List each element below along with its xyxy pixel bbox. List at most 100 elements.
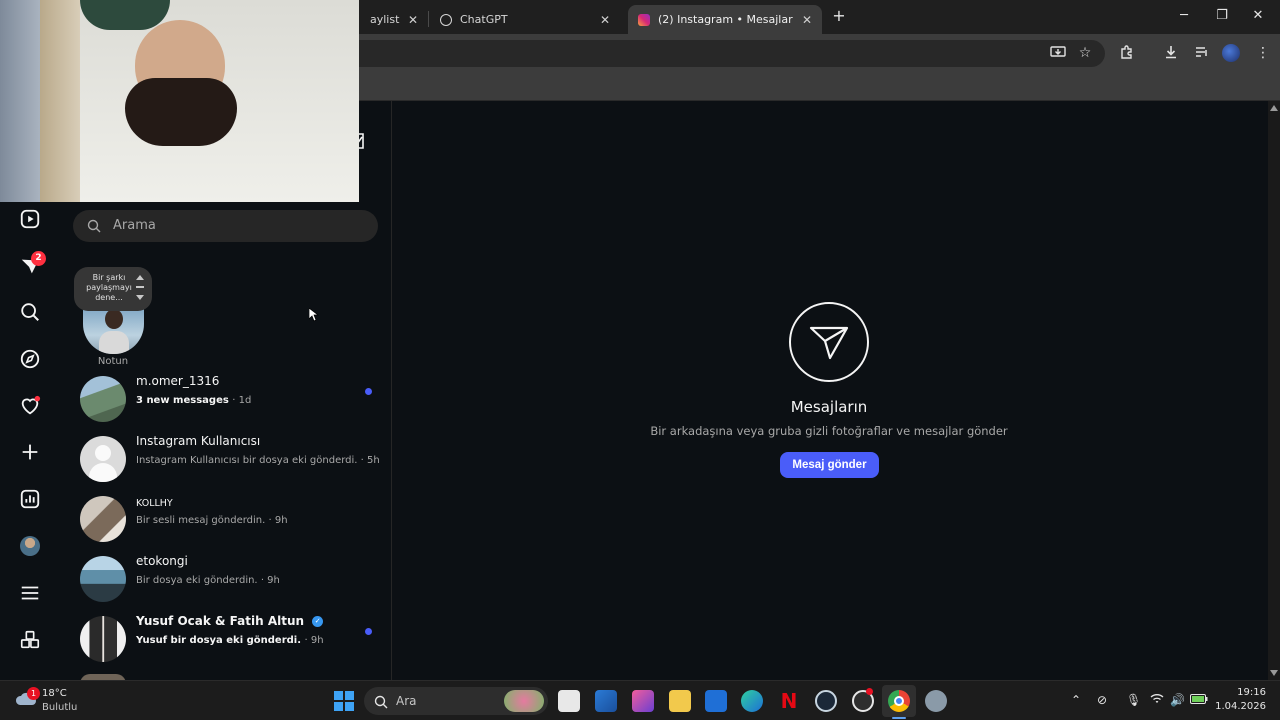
conversation-avatar (80, 616, 126, 662)
restore-button[interactable]: ❐ (1212, 8, 1232, 23)
close-tab-icon[interactable]: ✕ (600, 13, 610, 27)
new-tab-button[interactable]: + (829, 6, 849, 25)
conversation-name: Instagram Kullanıcısı (136, 434, 261, 448)
tab-chatgpt[interactable]: ChatGPT ✕ (430, 5, 620, 34)
clock-date[interactable]: 1.04.2026 (1210, 701, 1266, 712)
media-control-icon[interactable] (1193, 44, 1211, 62)
explore-compass-icon[interactable] (18, 347, 42, 371)
apps-grid-icon[interactable] (18, 628, 42, 652)
paper-plane-icon (809, 326, 849, 360)
tab-title: (2) Instagram • Mesajlar (658, 13, 793, 26)
scroll-up-arrow-icon[interactable] (1270, 105, 1278, 111)
unread-dot (365, 388, 372, 395)
network-off-icon[interactable]: ⊘ (1097, 693, 1107, 707)
file-explorer-icon[interactable] (669, 690, 691, 712)
windows-start-icon[interactable] (334, 691, 354, 715)
conversation-name: etokongi (136, 554, 188, 568)
volume-icon[interactable]: 🔊 (1170, 693, 1185, 707)
reels-icon[interactable] (18, 207, 42, 231)
panel-divider (391, 101, 392, 680)
conversation-preview: Bir sesli mesaj gönderdin. · 9h (136, 515, 288, 526)
default-user-avatar (80, 436, 126, 482)
tab-title: ChatGPT (460, 13, 508, 26)
search-highlight-icon (504, 690, 544, 712)
conversation-avatar (80, 496, 126, 542)
messenger-circle (789, 302, 869, 382)
scroll-down-arrow-icon[interactable] (1270, 670, 1278, 676)
page-scrollbar[interactable] (1268, 101, 1280, 680)
active-app-indicator (892, 717, 906, 719)
note-bubble[interactable]: Bir şarkı paylaşmayı dene... (74, 267, 152, 311)
tray-chevron-up-icon[interactable]: ⌃ (1071, 693, 1081, 707)
conversation-row[interactable]: etokongi Bir dosya eki gönderdin. · 9h (72, 548, 382, 608)
webcam-person-hair (125, 78, 237, 146)
send-message-button[interactable]: Mesaj gönder (780, 452, 879, 478)
taskbar-search-box[interactable]: Ara (364, 687, 548, 715)
menu-kebab-icon[interactable]: ⋮ (1254, 44, 1272, 62)
close-window-button[interactable]: ✕ (1248, 8, 1268, 23)
profile-avatar-icon[interactable] (1222, 44, 1240, 62)
note-equal-icon (136, 286, 144, 288)
outlook-icon[interactable] (595, 690, 617, 712)
profile-avatar-icon[interactable] (18, 534, 42, 558)
conversation-name: KOLLHY (136, 498, 173, 509)
note-up-arrow-icon[interactable] (136, 275, 144, 280)
dashboard-icon[interactable] (18, 487, 42, 511)
chatgpt-icon (440, 13, 452, 26)
close-tab-icon[interactable]: ✕ (408, 13, 418, 27)
conversation-preview: 3 new messages · 1d (136, 395, 252, 406)
microsoft-store-icon[interactable] (705, 690, 727, 712)
search-icon (374, 694, 388, 713)
note-label: Notun (97, 356, 129, 367)
install-app-icon[interactable] (1049, 44, 1067, 62)
m365-icon[interactable] (632, 690, 654, 712)
menu-hamburger-icon[interactable] (18, 581, 42, 605)
conversation-row[interactable]: m.omer_1316 3 new messages · 1d (72, 368, 382, 428)
conversation-preview: Bir dosya eki gönderdin. · 9h (136, 575, 280, 586)
mouse-cursor-icon (308, 307, 320, 326)
weather-temp: 18°C (42, 688, 67, 699)
download-icon[interactable] (1162, 44, 1180, 62)
close-tab-icon[interactable]: ✕ (802, 13, 812, 27)
minimize-button[interactable]: ─ (1174, 8, 1194, 23)
steam-icon[interactable] (815, 690, 837, 712)
battery-icon[interactable] (1190, 693, 1208, 708)
edge-icon[interactable] (741, 690, 763, 712)
tab-instagram[interactable]: (2) Instagram • Mesajlar ✕ (628, 5, 822, 34)
search-icon (87, 218, 101, 237)
weather-badge: 1 (27, 687, 40, 700)
conversation-row[interactable]: Yusuf Ocak & Fatih Altun ✓ Yusuf bir dos… (72, 608, 382, 668)
verified-badge-icon: ✓ (312, 616, 324, 627)
windows-taskbar: 1 18°C Bulutlu Ara N ⌃ ⊘ 🎙 🔊 19:16 1.04.… (0, 680, 1280, 720)
create-plus-icon[interactable] (18, 440, 42, 464)
search-placeholder: Arama (113, 218, 156, 233)
taskbar-search-placeholder: Ara (396, 694, 417, 708)
tab-separator (428, 11, 429, 27)
clock-time[interactable]: 19:16 (1214, 687, 1266, 698)
webcam-background (40, 0, 80, 202)
empty-state-subtitle: Bir arkadaşına veya gruba gizli fotoğraf… (650, 424, 1008, 438)
conversation-row[interactable]: Instagram Kullanıcısı Instagram Kullanıc… (72, 428, 382, 488)
address-bar[interactable] (300, 40, 1105, 67)
webcam-overlay (0, 0, 359, 202)
wifi-icon[interactable] (1150, 693, 1164, 708)
instagram-icon (638, 13, 650, 26)
obs-badge (866, 688, 873, 695)
note-down-arrow-icon[interactable] (136, 295, 144, 300)
bookmark-star-icon[interactable]: ☆ (1076, 44, 1094, 62)
netflix-icon[interactable]: N (778, 690, 800, 712)
conversation-name: Yusuf Ocak & Fatih Altun ✓ (136, 614, 324, 628)
settings-gear-icon[interactable] (925, 690, 947, 712)
task-view-icon[interactable] (558, 690, 580, 712)
search-input[interactable]: Arama (73, 210, 378, 242)
conversation-avatar (80, 556, 126, 602)
chrome-icon[interactable] (888, 690, 910, 712)
extensions-icon[interactable] (1118, 44, 1136, 62)
unread-dot (365, 628, 372, 635)
conversation-preview: Instagram Kullanıcısı bir dosya eki gönd… (136, 455, 380, 466)
search-icon[interactable] (18, 300, 42, 324)
conversation-row[interactable]: KOLLHY Bir sesli mesaj gönderdin. · 9h (72, 488, 382, 548)
microphone-icon[interactable]: 🎙 (1126, 693, 1141, 707)
conversation-avatar (80, 376, 126, 422)
heart-icon[interactable] (18, 394, 42, 418)
